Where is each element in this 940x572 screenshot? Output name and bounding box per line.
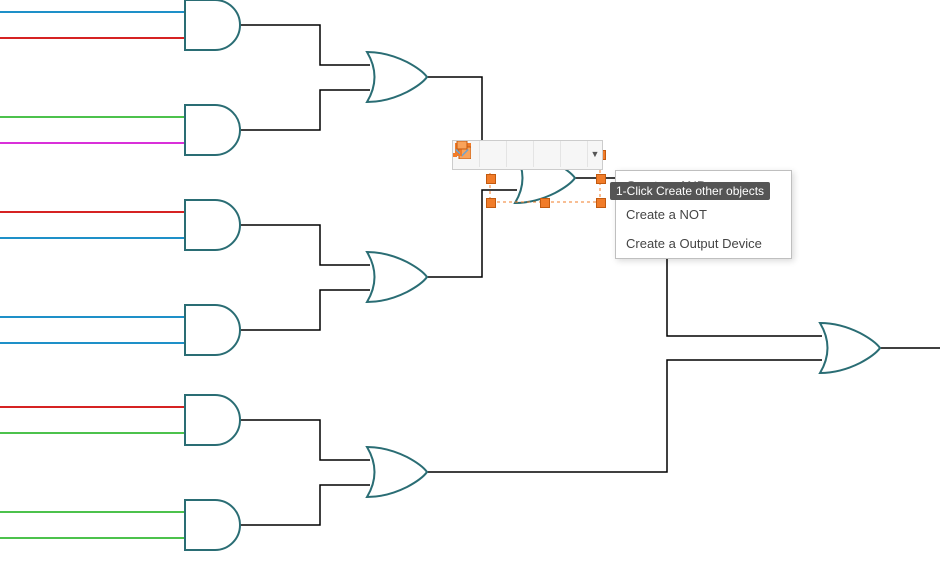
chevron-down-icon: ▼ [591,149,600,159]
or-gate[interactable] [820,323,880,373]
gates-layer [185,0,880,550]
node-tool[interactable] [561,141,588,167]
and-gate[interactable] [185,305,240,355]
connector-tool[interactable] [480,141,507,167]
menu-label: Create a Output Device [626,236,762,251]
or-gate[interactable] [367,447,427,497]
shape-tool[interactable] [507,141,534,167]
node-icon [453,141,471,159]
tooltip: 1-Click Create other objects [610,182,770,200]
resize-handle-w[interactable] [486,174,496,184]
quick-toolbar: A ▼ [452,140,603,170]
resize-handle-e[interactable] [596,174,606,184]
and-gate[interactable] [185,105,240,155]
resize-handle-se[interactable] [596,198,606,208]
resize-handle-s[interactable] [540,198,550,208]
and-gate[interactable] [185,200,240,250]
menu-create-output[interactable]: Create a Output Device [616,229,791,258]
interconnect-wires [240,25,940,525]
more-dropdown[interactable]: ▼ [588,141,602,167]
circuit-canvas[interactable] [0,0,940,572]
and-gate[interactable] [185,500,240,550]
menu-create-not[interactable]: Create a NOT [616,200,791,229]
and-gate[interactable] [185,395,240,445]
menu-label: Create a NOT [626,207,707,222]
or-gate[interactable] [367,252,427,302]
tooltip-text: 1-Click Create other objects [616,184,764,198]
diamond-tool[interactable] [534,141,561,167]
input-wires [0,12,185,538]
resize-handle-sw[interactable] [486,198,496,208]
or-gate[interactable] [367,52,427,102]
and-gate[interactable] [185,0,240,50]
